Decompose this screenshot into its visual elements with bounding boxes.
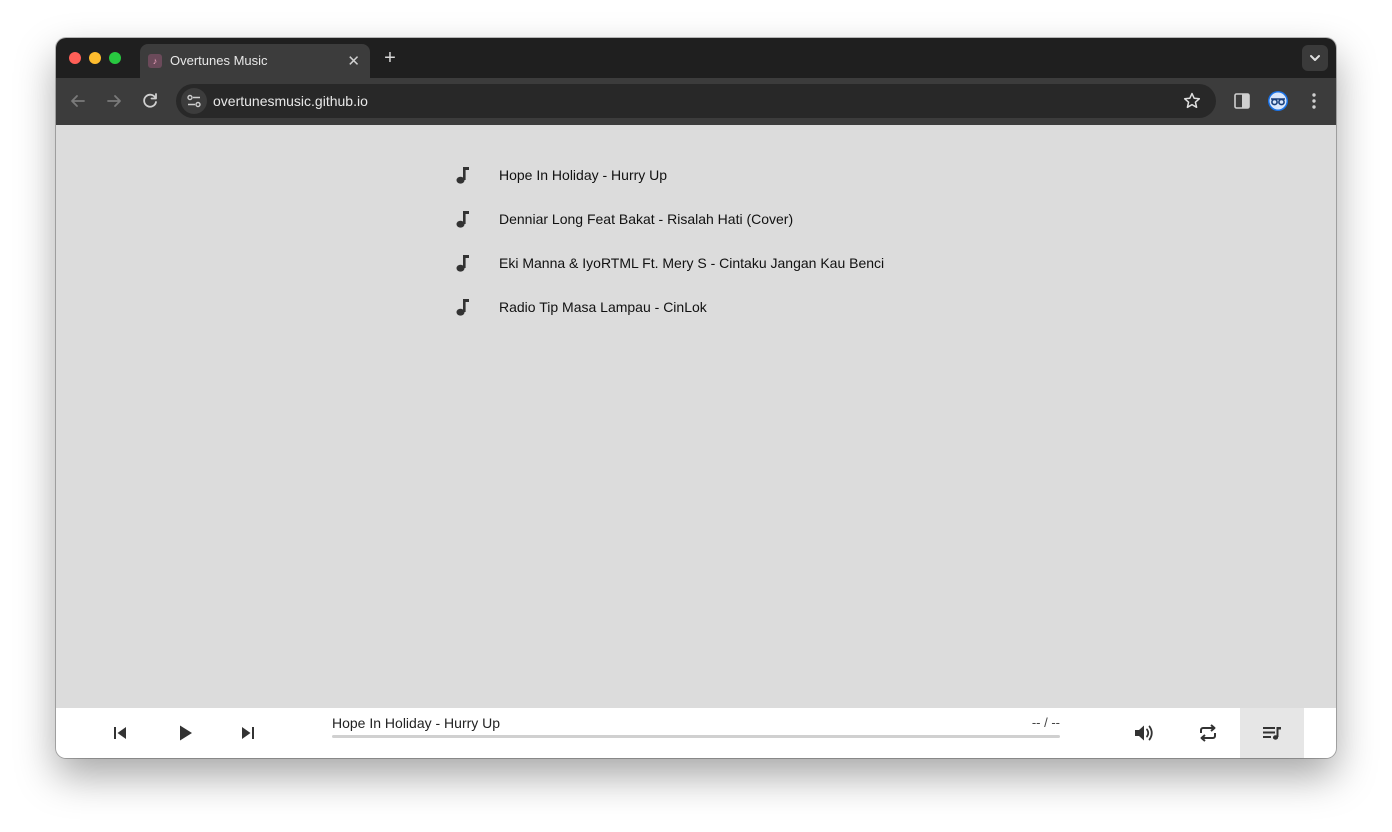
browser-window: ♪ Overtunes Music ✕ + overtunesmusic.git… (56, 38, 1336, 758)
volume-button[interactable] (1132, 721, 1156, 745)
side-panel-button[interactable] (1230, 89, 1254, 113)
playlist-view: Hope In Holiday - Hurry Up Denniar Long … (56, 125, 1336, 708)
skip-next-icon (242, 727, 254, 739)
play-button[interactable] (173, 721, 197, 745)
time-display: -- / -- (1031, 715, 1060, 730)
repeat-button[interactable] (1196, 721, 1220, 745)
new-tab-button[interactable]: + (378, 46, 402, 70)
forward-button[interactable] (102, 89, 126, 113)
menu-button[interactable] (1302, 89, 1326, 113)
track-item[interactable]: Hope In Holiday - Hurry Up (454, 153, 1054, 197)
next-button[interactable] (236, 721, 260, 745)
minimize-window-button[interactable] (89, 52, 101, 64)
playlist-toggle-button[interactable] (1240, 708, 1304, 758)
profile-button[interactable] (1266, 89, 1290, 113)
arrow-left-icon (71, 95, 85, 107)
volume-icon (1135, 725, 1153, 741)
tune-icon (187, 94, 201, 108)
side-panel-icon (1234, 93, 1250, 109)
site-info-button[interactable] (181, 88, 207, 114)
reload-button[interactable] (138, 89, 162, 113)
maximize-window-button[interactable] (109, 52, 121, 64)
close-window-button[interactable] (69, 52, 81, 64)
music-note-icon (456, 299, 469, 316)
incognito-avatar-icon (1268, 91, 1288, 111)
progress-bar[interactable] (332, 735, 1060, 738)
previous-button[interactable] (108, 721, 132, 745)
chevron-down-icon (1310, 55, 1320, 61)
track-item[interactable]: Radio Tip Masa Lampau - CinLok (454, 285, 1054, 329)
music-note-icon (456, 255, 469, 272)
favicon-icon: ♪ (148, 54, 162, 68)
track-item[interactable]: Eki Manna & IyoRTML Ft. Mery S - Cintaku… (454, 241, 1054, 285)
address-bar[interactable]: overtunesmusic.github.io (176, 84, 1216, 118)
tab-overtunes[interactable]: ♪ Overtunes Music ✕ (140, 44, 370, 78)
music-note-icon (456, 167, 469, 184)
star-icon (1183, 92, 1201, 109)
more-vertical-icon (1312, 93, 1316, 109)
track-item[interactable]: Denniar Long Feat Bakat - Risalah Hati (… (454, 197, 1054, 241)
tab-search-button[interactable] (1302, 45, 1328, 71)
tab-title: Overtunes Music (170, 53, 268, 68)
skip-previous-icon (114, 727, 126, 739)
player-bar: Hope In Holiday - Hurry Up -- / -- (56, 708, 1336, 758)
browser-toolbar: overtunesmusic.github.io (56, 78, 1336, 125)
arrow-right-icon (107, 95, 121, 107)
track-title: Hope In Holiday - Hurry Up (499, 167, 668, 183)
track-title: Radio Tip Masa Lampau - CinLok (499, 299, 707, 315)
play-icon (180, 725, 192, 741)
track-title: Denniar Long Feat Bakat - Risalah Hati (… (499, 211, 794, 227)
url-text: overtunesmusic.github.io (213, 93, 368, 109)
tab-strip: ♪ Overtunes Music ✕ + (56, 38, 1336, 78)
now-playing-title: Hope In Holiday - Hurry Up (332, 715, 501, 731)
back-button[interactable] (66, 89, 90, 113)
tab-close-icon[interactable]: ✕ (347, 52, 360, 70)
queue-music-icon (1263, 727, 1281, 740)
music-note-icon (456, 211, 469, 228)
track-title: Eki Manna & IyoRTML Ft. Mery S - Cintaku… (499, 255, 885, 271)
repeat-icon (1200, 724, 1216, 742)
bookmark-button[interactable] (1182, 91, 1202, 111)
reload-icon (143, 93, 157, 108)
